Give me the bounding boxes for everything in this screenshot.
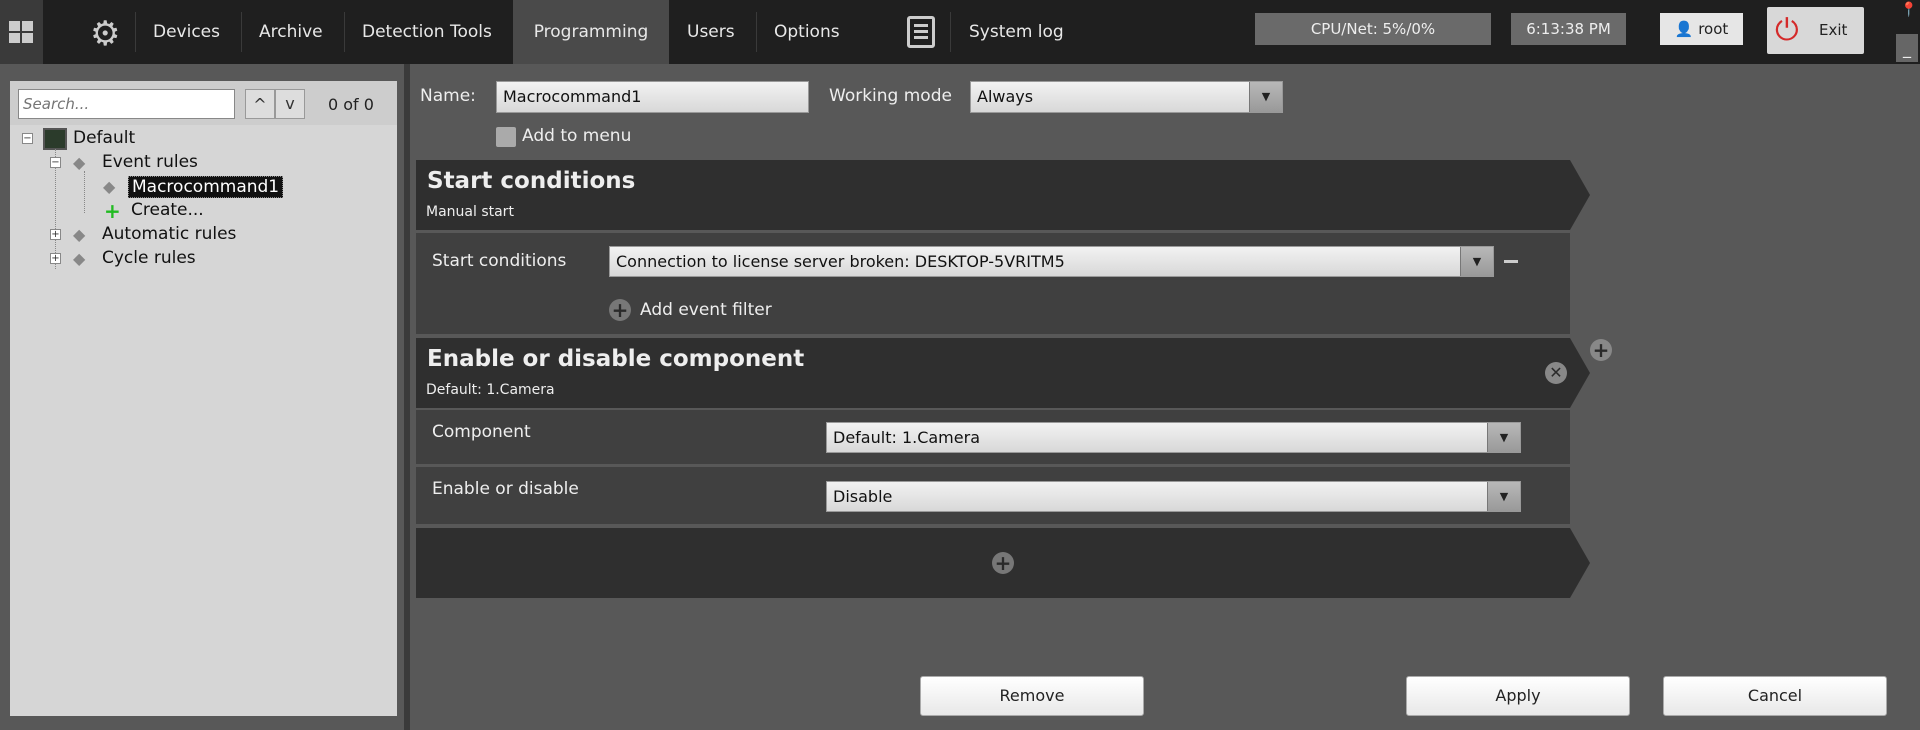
rules-group-icon: ◆ bbox=[73, 153, 86, 172]
nav-devices[interactable]: Devices bbox=[135, 0, 238, 64]
add-to-menu-checkbox[interactable] bbox=[496, 127, 516, 147]
expand-toggle[interactable]: + bbox=[50, 253, 61, 264]
search-prev-button[interactable]: ^ bbox=[245, 89, 275, 119]
tree-panel: ^ v 0 of 0 − Default − ◆ Event rules ◆ M… bbox=[10, 81, 397, 716]
clock: 6:13:38 PM bbox=[1511, 13, 1626, 45]
user-name: root bbox=[1698, 20, 1729, 38]
exit-button[interactable]: ⏻ Exit bbox=[1767, 7, 1864, 54]
search-bar: ^ v 0 of 0 bbox=[10, 81, 397, 125]
remove-button[interactable]: Remove bbox=[920, 676, 1144, 716]
chevron-down-icon: ▼ bbox=[1487, 423, 1520, 452]
nav-system-log[interactable]: System log bbox=[951, 0, 1082, 64]
rule-icon: ◆ bbox=[103, 177, 116, 196]
remove-condition-icon[interactable] bbox=[1504, 260, 1518, 263]
name-label: Name: bbox=[420, 86, 476, 106]
add-event-filter-link[interactable]: Add event filter bbox=[640, 300, 772, 320]
enable-disable-label: Enable or disable bbox=[432, 479, 579, 499]
tree-item-event-rules[interactable]: Event rules bbox=[102, 152, 198, 172]
add-action-section: + bbox=[416, 528, 1590, 598]
nav-options[interactable]: Options bbox=[756, 0, 858, 64]
pin-icon[interactable]: 📍 bbox=[1900, 2, 1917, 18]
start-condition-select[interactable]: Connection to license server broken: DES… bbox=[609, 246, 1494, 277]
chevron-down-icon: ▼ bbox=[1460, 247, 1493, 276]
section-subtitle: Manual start bbox=[426, 204, 514, 220]
apply-button[interactable]: Apply bbox=[1406, 676, 1630, 716]
nav-detection-tools[interactable]: Detection Tools bbox=[344, 0, 510, 64]
enable-disable-select[interactable]: Disable ▼ bbox=[826, 481, 1521, 512]
expand-toggle[interactable]: + bbox=[50, 229, 61, 240]
start-conditions-header: Start conditions Manual start bbox=[416, 160, 1590, 230]
user-icon: 👤 bbox=[1674, 20, 1694, 38]
add-event-filter-icon[interactable]: + bbox=[609, 299, 631, 321]
gear-icon[interactable]: ⚙ bbox=[90, 14, 120, 54]
power-icon: ⏻ bbox=[1775, 13, 1799, 48]
working-mode-label: Working mode bbox=[829, 86, 952, 106]
search-count: 0 of 0 bbox=[328, 95, 374, 114]
section-title: Enable or disable component bbox=[427, 346, 805, 372]
tree-item-automatic-rules[interactable]: Automatic rules bbox=[102, 224, 236, 244]
chevron-down-icon: ▼ bbox=[1249, 82, 1282, 112]
chevron-down-icon: ▼ bbox=[1487, 482, 1520, 511]
tree-item-default[interactable]: Default bbox=[73, 128, 135, 148]
working-mode-select[interactable]: Always ▼ bbox=[970, 81, 1283, 113]
search-input[interactable] bbox=[18, 89, 235, 119]
create-add-icon: + bbox=[104, 199, 121, 223]
nav-programming[interactable]: Programming bbox=[513, 0, 669, 64]
name-input[interactable]: Macrocommand1 bbox=[496, 81, 809, 113]
minimize-button[interactable]: _ bbox=[1896, 34, 1918, 62]
collapse-toggle[interactable]: − bbox=[50, 157, 61, 168]
component-select[interactable]: Default: 1.Camera ▼ bbox=[826, 422, 1521, 453]
cancel-button[interactable]: Cancel bbox=[1663, 676, 1887, 716]
action-header: Enable or disable component Default: 1.C… bbox=[416, 338, 1590, 408]
add-to-menu-label: Add to menu bbox=[522, 126, 632, 146]
apps-grid-icon[interactable] bbox=[0, 0, 43, 64]
top-bar: ⚙ Devices Archive Detection Tools Progra… bbox=[0, 0, 1920, 64]
enable-disable-row: Enable or disable Disable ▼ bbox=[416, 467, 1570, 524]
add-action-icon[interactable]: + bbox=[1590, 339, 1612, 361]
user-button[interactable]: 👤 root bbox=[1660, 13, 1743, 45]
nav-archive[interactable]: Archive bbox=[241, 0, 341, 64]
close-icon[interactable]: ✕ bbox=[1545, 362, 1567, 384]
tree-item-macrocommand1[interactable]: Macrocommand1 bbox=[128, 176, 284, 198]
tree-item-create[interactable]: Create... bbox=[131, 200, 204, 220]
rules-group-icon: ◆ bbox=[73, 249, 86, 268]
panel-splitter[interactable] bbox=[404, 64, 410, 730]
nav-users[interactable]: Users bbox=[669, 0, 753, 64]
collapse-toggle[interactable]: − bbox=[22, 133, 33, 144]
component-row: Component Default: 1.Camera ▼ bbox=[416, 410, 1570, 464]
system-log-icon[interactable] bbox=[907, 16, 935, 48]
add-action-plus-icon[interactable]: + bbox=[992, 552, 1014, 574]
start-conditions-label: Start conditions bbox=[432, 251, 567, 271]
cpu-net-status: CPU/Net: 5%/0% bbox=[1255, 13, 1491, 45]
tree-item-cycle-rules[interactable]: Cycle rules bbox=[102, 248, 196, 268]
section-title: Start conditions bbox=[427, 168, 636, 194]
component-label: Component bbox=[432, 422, 531, 442]
section-subtitle: Default: 1.Camera bbox=[426, 382, 555, 398]
server-icon bbox=[43, 128, 67, 150]
start-conditions-body: Start conditions Connection to license s… bbox=[416, 233, 1570, 334]
search-next-button[interactable]: v bbox=[275, 89, 305, 119]
rules-group-icon: ◆ bbox=[73, 225, 86, 244]
